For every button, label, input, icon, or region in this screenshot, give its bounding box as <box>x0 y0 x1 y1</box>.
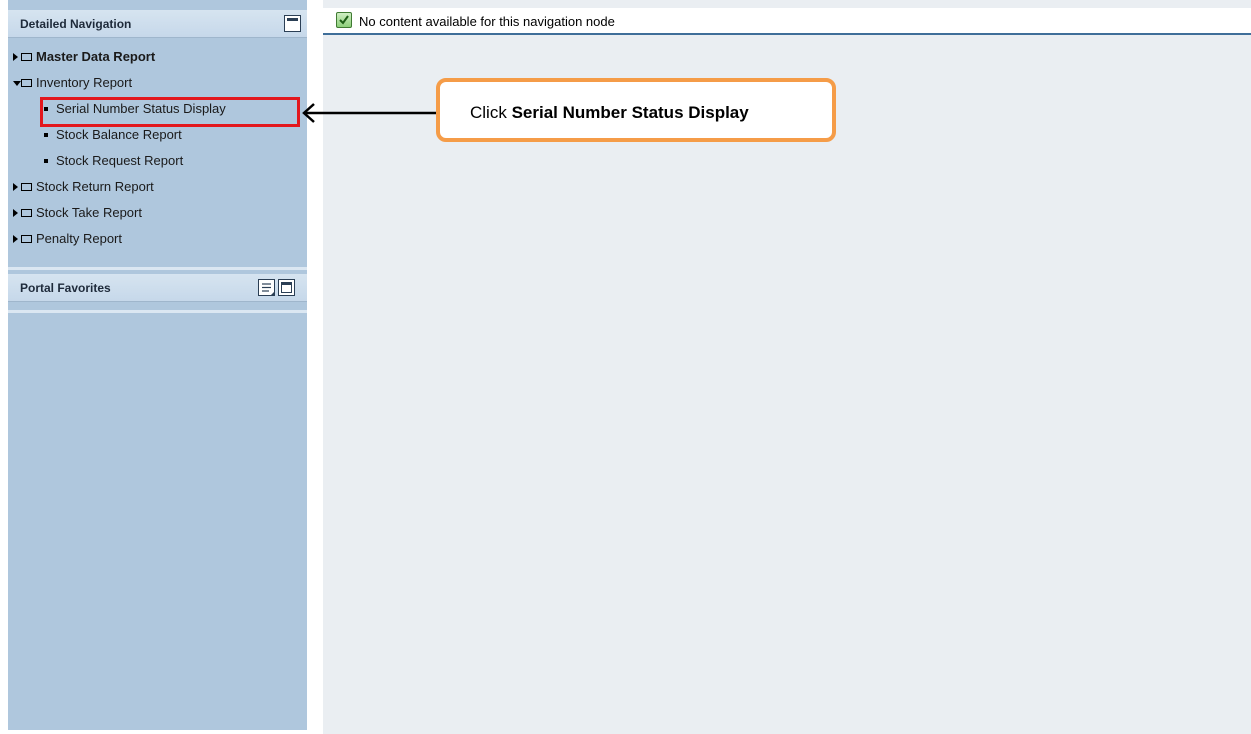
minimize-icon[interactable] <box>284 15 301 32</box>
folder-icon <box>21 53 32 61</box>
folder-icon <box>21 235 32 243</box>
tree-item-serial-number-status-display[interactable]: Serial Number Status Display <box>8 96 307 122</box>
left-navigation-panel: Detailed Navigation Master Data Report I… <box>8 0 307 730</box>
tree-item-inventory-report[interactable]: Inventory Report <box>8 70 307 96</box>
tree-item-label: Stock Return Report <box>36 179 154 194</box>
folder-icon <box>21 209 32 217</box>
callout-target: Serial Number Status Display <box>511 103 749 122</box>
bullet-icon <box>44 133 48 137</box>
pointer-arrow <box>302 103 436 123</box>
bullet-icon <box>44 159 48 163</box>
callout-prefix: Click <box>470 103 507 122</box>
expand-arrow-icon[interactable] <box>13 53 18 61</box>
tree-item-penalty-report[interactable]: Penalty Report <box>8 226 307 252</box>
tree-item-stock-take-report[interactable]: Stock Take Report <box>8 200 307 226</box>
expand-arrow-icon[interactable] <box>13 209 18 217</box>
message-text: No content available for this navigation… <box>359 14 615 29</box>
collapse-arrow-icon[interactable] <box>13 81 21 86</box>
bullet-icon <box>44 107 48 111</box>
expand-arrow-icon[interactable] <box>13 235 18 243</box>
detailed-navigation-header: Detailed Navigation <box>8 10 307 38</box>
folder-icon <box>21 79 32 87</box>
portal-favorites-title: Portal Favorites <box>20 281 111 295</box>
tree-item-label: Serial Number Status Display <box>56 101 226 116</box>
detailed-navigation-title: Detailed Navigation <box>20 17 132 31</box>
tree-item-label: Stock Request Report <box>56 153 184 168</box>
tree-item-master-data-report[interactable]: Master Data Report <box>8 44 307 70</box>
tree-item-label: Master Data Report <box>36 49 156 64</box>
portal-favorites-header: Portal Favorites <box>8 274 307 302</box>
tree-item-label: Stock Balance Report <box>56 127 182 142</box>
navigation-tree: Master Data Report Inventory Report Seri… <box>8 44 307 252</box>
panel-divider <box>8 267 307 270</box>
message-bar: No content available for this navigation… <box>323 8 1251 35</box>
tree-item-stock-request-report[interactable]: Stock Request Report <box>8 148 307 174</box>
callout-text: Click Serial Number Status Display <box>470 103 749 123</box>
maximize-icon[interactable] <box>278 279 295 296</box>
panel-divider <box>8 310 307 313</box>
checkmark-icon <box>336 12 352 28</box>
tree-item-stock-return-report[interactable]: Stock Return Report <box>8 174 307 200</box>
tree-item-label: Inventory Report <box>36 75 133 90</box>
expand-arrow-icon[interactable] <box>13 183 18 191</box>
instruction-callout: Click Serial Number Status Display <box>436 78 836 142</box>
folder-icon <box>21 183 32 191</box>
tree-item-stock-balance-report[interactable]: Stock Balance Report <box>8 122 307 148</box>
tree-item-label: Stock Take Report <box>36 205 142 220</box>
tree-item-label: Penalty Report <box>36 231 122 246</box>
options-menu-icon[interactable] <box>258 279 275 296</box>
